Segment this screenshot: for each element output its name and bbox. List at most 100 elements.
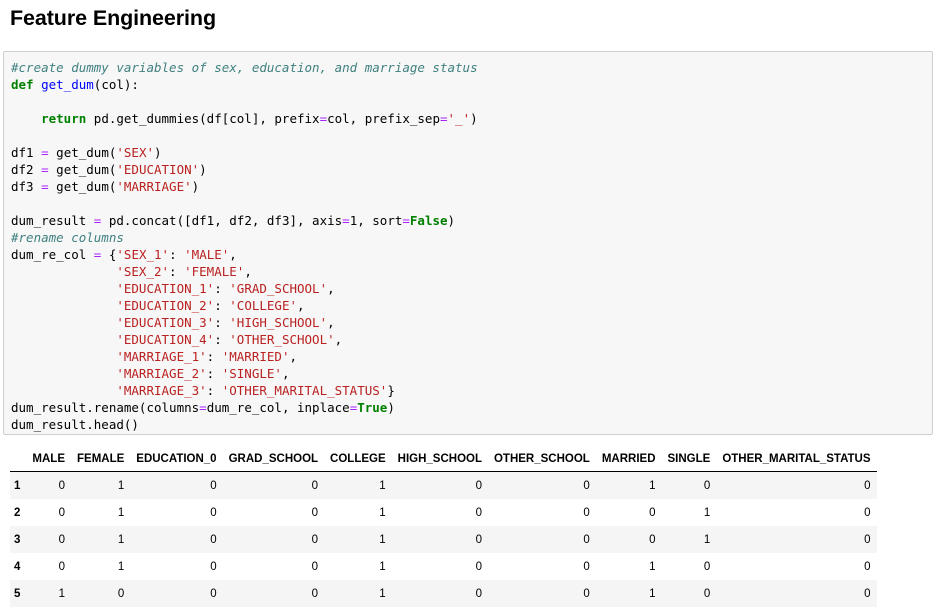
code-token-str: 'MARRIAGE' bbox=[116, 179, 192, 194]
column-header: EDUCATION_0 bbox=[130, 446, 223, 472]
code-token-plain: : bbox=[206, 366, 222, 381]
code-token-op: = bbox=[319, 111, 328, 126]
code-token-str: 'EDUCATION' bbox=[116, 162, 200, 177]
table-cell: 1 bbox=[703, 533, 711, 546]
code-token-plain: dum_re_col, inplace bbox=[206, 400, 350, 415]
code-line: 'MARRIAGE_1': 'MARRIED', bbox=[11, 348, 478, 365]
code-token-keyword: False bbox=[409, 213, 448, 228]
column-header: OTHER_SCHOOL bbox=[487, 446, 596, 472]
code-token-plain: df3 bbox=[11, 179, 42, 194]
code-token-comment: #create dummy variables of sex, educatio… bbox=[11, 60, 478, 75]
code-token-plain: : bbox=[169, 247, 185, 262]
table-cell: 0 bbox=[210, 560, 217, 573]
code-token-str: 'OTHER_MARITAL_STATUS' bbox=[221, 383, 388, 398]
code-line: df1 = get_dum('SEX') bbox=[11, 144, 478, 161]
code-token-str: 'MALE' bbox=[184, 247, 230, 262]
table-cell: 1 bbox=[58, 587, 65, 600]
code-token-op: = bbox=[41, 145, 49, 160]
code-token-plain: ) bbox=[154, 145, 162, 160]
code-token-plain: (col): bbox=[93, 77, 139, 92]
code-token-comment: #rename columns bbox=[11, 230, 124, 245]
table-row: 5 1 0 0 0 1 0 0 1 0 0 bbox=[10, 580, 877, 607]
code-token-op: = bbox=[199, 400, 207, 415]
output-dataframe: MALE FEMALE EDUCATION_0 GRAD_SCHOOL COLLEGE H… bbox=[10, 446, 877, 607]
code-line: dum_result.rename(columns=dum_re_col, in… bbox=[11, 399, 478, 416]
row-index: 2 bbox=[14, 506, 21, 519]
code-token-str: 'MARRIAGE_1' bbox=[116, 349, 207, 364]
column-header: OTHER_MARITAL_STATUS bbox=[716, 446, 877, 472]
code-token-plain: ) bbox=[470, 111, 478, 126]
code-line: 'EDUCATION_2': 'COLLEGE', bbox=[11, 297, 478, 314]
table-cell: 0 bbox=[649, 506, 656, 519]
table-cell: 0 bbox=[583, 479, 590, 492]
table-cell: 1 bbox=[117, 533, 125, 546]
code-token-str: 'MARRIED' bbox=[221, 349, 290, 364]
code-token-keyword: True bbox=[357, 400, 388, 415]
table-cell: 0 bbox=[475, 506, 482, 519]
column-header: COLLEGE bbox=[324, 446, 392, 472]
table-cell: 0 bbox=[864, 587, 871, 600]
code-token-plain: df1 bbox=[11, 145, 42, 160]
table-cell: 0 bbox=[583, 533, 590, 546]
table-cell: 0 bbox=[58, 533, 65, 546]
code-token-plain: ) bbox=[447, 213, 456, 228]
table-cell: 0 bbox=[864, 479, 871, 492]
code-line: 'EDUCATION_3': 'HIGH_SCHOOL', bbox=[11, 314, 478, 331]
table-cell: 0 bbox=[210, 479, 217, 492]
table-cell: 1 bbox=[379, 506, 386, 519]
code-cell[interactable]: #create dummy variables of sex, educatio… bbox=[3, 51, 933, 435]
table-cell: 0 bbox=[649, 533, 656, 546]
code-editor[interactable]: #create dummy variables of sex, educatio… bbox=[11, 59, 478, 433]
table-cell: 0 bbox=[311, 479, 319, 492]
table-cell: 1 bbox=[379, 533, 386, 546]
table-cell: 0 bbox=[703, 479, 711, 492]
code-token-plain: : bbox=[169, 264, 185, 279]
table-cell: 0 bbox=[583, 587, 590, 600]
table-cell: 0 bbox=[475, 560, 482, 573]
code-token-str: 'HIGH_SCHOOL' bbox=[229, 315, 328, 330]
section-heading: Feature Engineering bbox=[10, 6, 216, 30]
code-token-plain: , bbox=[244, 264, 252, 279]
code-token-plain: , bbox=[327, 315, 335, 330]
code-line: def get_dum(col): bbox=[11, 76, 478, 93]
table-cell: 1 bbox=[117, 479, 125, 492]
index-header bbox=[10, 446, 27, 472]
code-token-plain: } bbox=[387, 383, 395, 398]
code-token-str: 'EDUCATION_2' bbox=[116, 298, 215, 313]
code-token-plain: dum_result bbox=[11, 213, 94, 228]
table-cell: 1 bbox=[649, 560, 656, 573]
table-cell: 0 bbox=[210, 506, 217, 519]
code-line: 'EDUCATION_4': 'OTHER_SCHOOL', bbox=[11, 331, 478, 348]
code-line: #rename columns bbox=[11, 229, 478, 246]
table-cell: 0 bbox=[58, 479, 65, 492]
code-token-op: = bbox=[41, 179, 49, 194]
table-cell: 0 bbox=[311, 506, 319, 519]
code-token-plain: : bbox=[206, 349, 222, 364]
code-token-plain: : bbox=[206, 383, 222, 398]
code-token-plain: : bbox=[214, 298, 230, 313]
column-header: GRAD_SCHOOL bbox=[222, 446, 325, 472]
code-token-plain: { bbox=[101, 247, 117, 262]
code-token-plain: ) bbox=[387, 400, 395, 415]
code-token-keyword: def bbox=[11, 77, 34, 92]
table-cell: 1 bbox=[703, 506, 711, 519]
code-token-plain: : bbox=[214, 315, 230, 330]
code-token-plain: : bbox=[214, 281, 230, 296]
code-token-str: 'FEMALE' bbox=[184, 264, 245, 279]
column-header: SINGLE bbox=[661, 446, 717, 472]
code-line: 'EDUCATION_1': 'GRAD_SCHOOL', bbox=[11, 280, 478, 297]
code-line: #create dummy variables of sex, educatio… bbox=[11, 59, 478, 76]
row-index: 1 bbox=[14, 479, 21, 492]
code-token-str: '_' bbox=[447, 111, 471, 126]
code-token-plain: get_dum( bbox=[48, 145, 117, 160]
table-cell: 1 bbox=[649, 587, 656, 600]
row-index: 3 bbox=[14, 533, 21, 546]
code-token-plain: get_dum( bbox=[48, 179, 117, 194]
